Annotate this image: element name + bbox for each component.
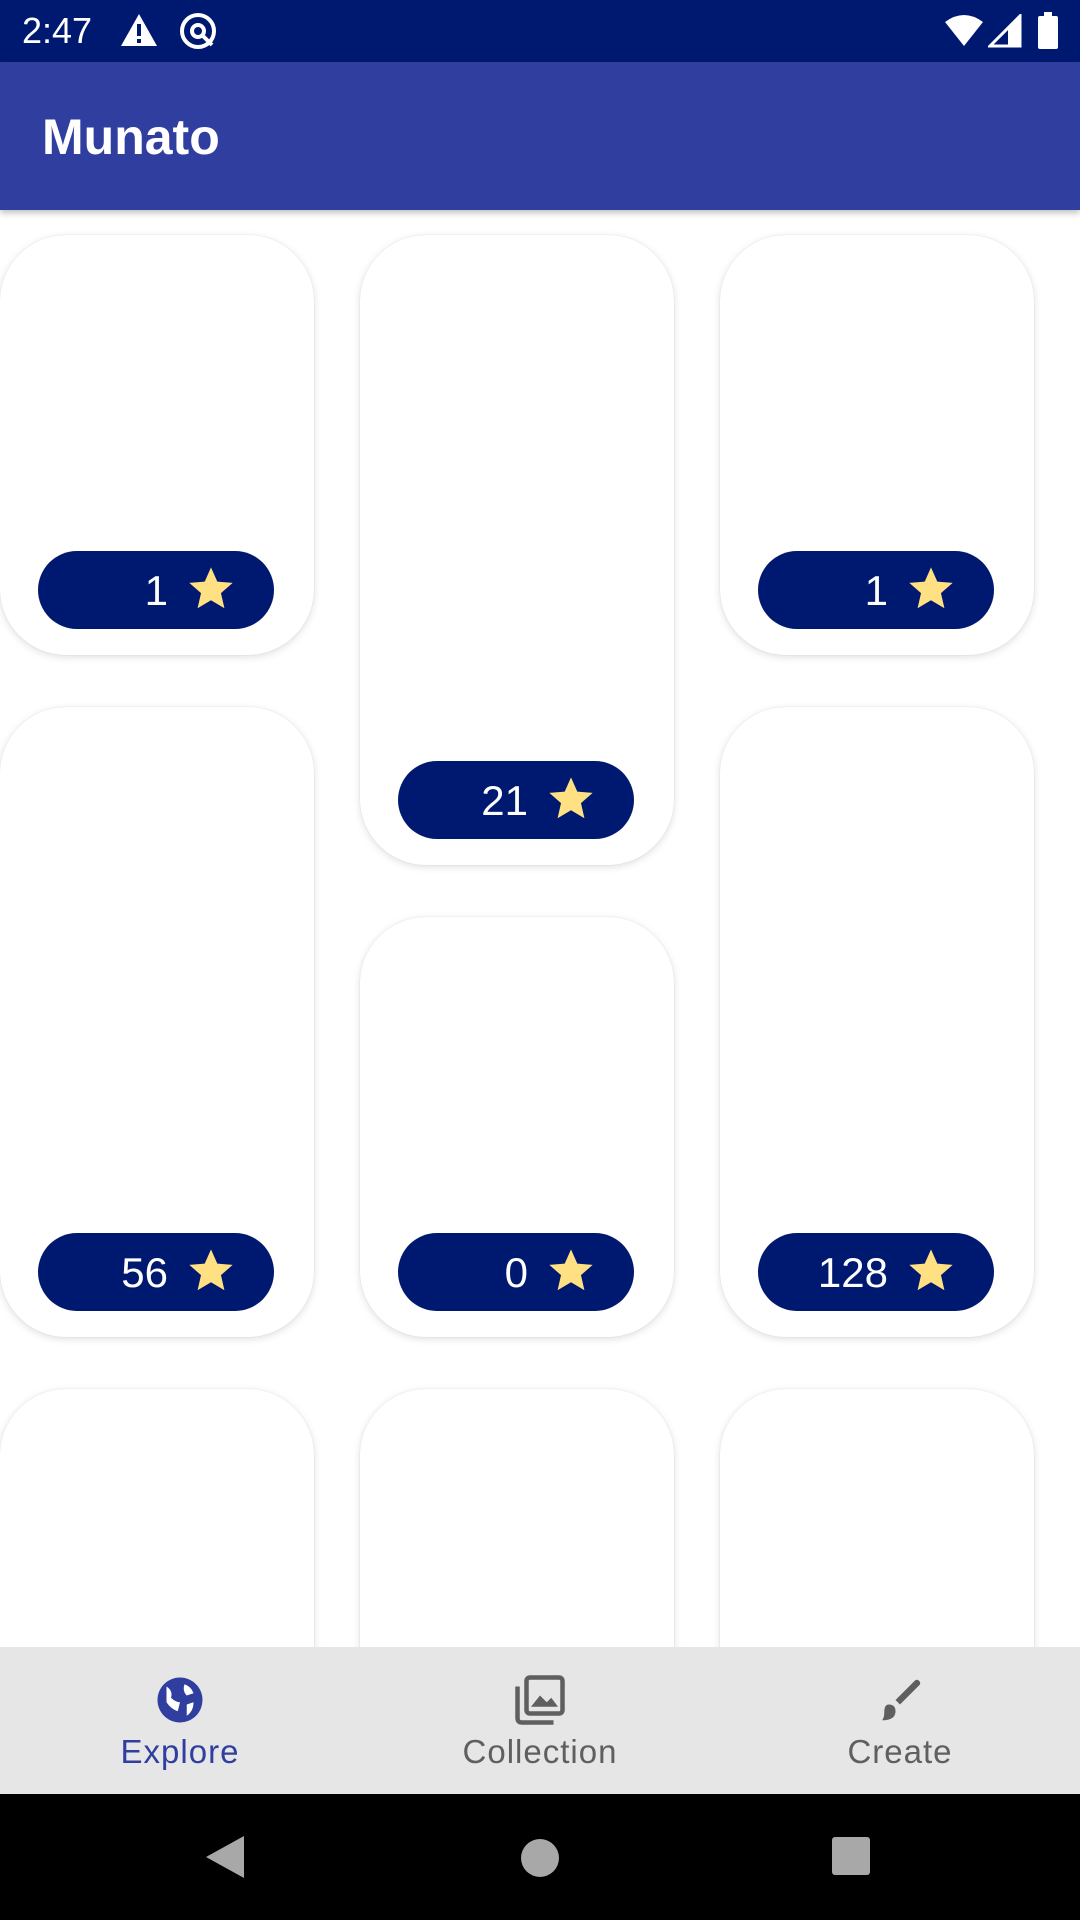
star-count-badge[interactable]: 21 xyxy=(398,761,634,839)
star-count: 56 xyxy=(121,1249,168,1296)
cellular-signal-icon xyxy=(986,12,1022,53)
artwork-card[interactable]: 1 xyxy=(720,235,1034,655)
star-count-badge[interactable]: 1 xyxy=(38,551,274,629)
back-icon[interactable] xyxy=(204,1834,246,1885)
nav-item-explore[interactable]: Explore xyxy=(0,1647,360,1794)
artwork-card[interactable]: 0 xyxy=(360,917,674,1337)
star-count-badge[interactable]: 128 xyxy=(758,1233,994,1311)
star-count: 21 xyxy=(481,777,528,824)
recents-icon[interactable] xyxy=(831,1836,871,1881)
photo-library-icon xyxy=(513,1673,567,1732)
battery-icon xyxy=(1038,12,1058,55)
artwork-card[interactable] xyxy=(720,1389,1034,1647)
star-icon xyxy=(904,563,958,620)
artwork-card[interactable] xyxy=(360,1389,674,1647)
wifi-icon xyxy=(944,14,984,53)
star-icon xyxy=(184,1245,238,1302)
star-icon xyxy=(184,563,238,620)
globe-icon xyxy=(153,1673,207,1732)
star-icon xyxy=(544,773,598,830)
sync-icon xyxy=(178,12,218,55)
star-icon xyxy=(544,1245,598,1302)
artwork-card[interactable]: 1 xyxy=(0,235,314,655)
star-count-badge[interactable]: 1 xyxy=(758,551,994,629)
star-count: 1 xyxy=(864,567,888,614)
artwork-card[interactable]: 21 xyxy=(360,235,674,865)
artwork-card[interactable] xyxy=(0,1389,314,1647)
nav-label-collection: Collection xyxy=(462,1733,618,1770)
status-time: 2:47 xyxy=(22,10,93,51)
system-navigation-bar xyxy=(0,1794,1080,1920)
star-count-badge[interactable]: 0 xyxy=(398,1233,634,1311)
bottom-navigation: Explore Collection Create xyxy=(0,1647,1080,1794)
warning-icon xyxy=(120,12,158,53)
nav-item-create[interactable]: Create xyxy=(720,1647,1080,1794)
home-icon[interactable] xyxy=(520,1838,560,1883)
star-icon xyxy=(904,1245,958,1302)
artwork-card[interactable]: 128 xyxy=(720,707,1034,1337)
nav-item-collection[interactable]: Collection xyxy=(360,1647,720,1794)
nav-label-explore: Explore xyxy=(120,1733,240,1770)
app-title: Munato xyxy=(42,109,220,165)
status-bar: 2:47 xyxy=(0,0,1080,62)
nav-label-create: Create xyxy=(847,1733,953,1770)
artwork-card[interactable]: 56 xyxy=(0,707,314,1337)
star-count-badge[interactable]: 56 xyxy=(38,1233,274,1311)
star-count: 128 xyxy=(817,1249,888,1296)
app-bar: Munato xyxy=(0,62,1080,210)
brush-icon xyxy=(873,1673,927,1732)
star-count: 0 xyxy=(504,1249,528,1296)
star-count: 1 xyxy=(144,567,168,614)
card-grid[interactable]: 1 21 1 56 0 128 xyxy=(0,210,1080,1647)
